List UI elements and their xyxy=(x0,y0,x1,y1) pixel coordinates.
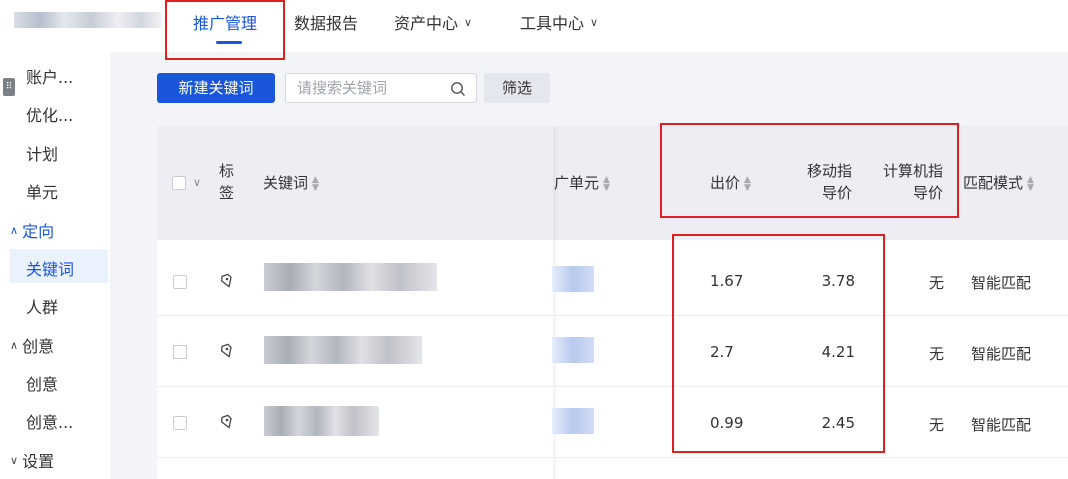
header-match-mode[interactable]: 匹配模式 ▲ ▼ xyxy=(963,172,1034,194)
new-keyword-button[interactable]: 新建关键词 xyxy=(157,73,275,103)
sidebar-item-audience[interactable]: 人群 xyxy=(26,294,58,318)
sort-icon[interactable]: ▲ ▼ xyxy=(312,175,319,192)
keyword-redacted xyxy=(264,406,379,436)
sidebar-item-account[interactable]: 账户... xyxy=(26,64,73,88)
sidebar-group-creative[interactable]: ∧ 创意 xyxy=(10,333,54,357)
active-tab-indicator xyxy=(216,41,242,44)
mobile-guide-price-value: 3.78 xyxy=(821,272,855,290)
search-icon[interactable] xyxy=(450,81,466,97)
header-tag-line1: 标 xyxy=(219,162,235,180)
sidebar-group-settings[interactable]: ∨ 设置 xyxy=(10,448,54,472)
filter-button[interactable]: 筛选 xyxy=(484,73,550,103)
mobile-guide-price-value: 4.21 xyxy=(821,343,855,361)
sidebar-item-optimize[interactable]: 优化... xyxy=(26,102,73,126)
mobile-guide-price-value: 2.45 xyxy=(821,414,855,432)
sidebar-item-creative-more[interactable]: 创意... xyxy=(26,409,73,433)
row-divider xyxy=(157,315,1068,316)
tab-data-report[interactable]: 数据报告 xyxy=(294,10,358,34)
sidebar-group-label: 创意 xyxy=(22,337,55,356)
sort-icon[interactable]: ▲ ▼ xyxy=(744,175,751,192)
bid-value[interactable]: 1.67 xyxy=(710,272,743,290)
chevron-down-icon[interactable]: ∨ xyxy=(193,176,201,189)
sidebar-group-label: 定向 xyxy=(22,222,55,241)
chevron-up-icon: ∧ xyxy=(10,223,19,237)
match-mode-value[interactable]: 智能匹配 xyxy=(971,343,1031,364)
sidebar-item-unit[interactable]: 单元 xyxy=(26,179,58,203)
tab-label: 资产中心 xyxy=(394,14,459,33)
header-tag: 标 签 xyxy=(219,160,234,204)
chevron-down-icon: ∨ xyxy=(10,453,19,467)
bid-value[interactable]: 2.7 xyxy=(710,343,734,361)
tab-label: 推广管理 xyxy=(193,14,258,33)
tab-asset-center[interactable]: 资产中心 ∨ xyxy=(394,10,472,34)
tag-icon[interactable] xyxy=(220,343,234,359)
row-checkbox[interactable] xyxy=(173,345,187,359)
chevron-up-icon: ∧ xyxy=(10,338,19,352)
tag-icon[interactable] xyxy=(220,414,234,430)
header-label: 匹配模式 xyxy=(963,174,1024,192)
sidebar-item-creative[interactable]: 创意 xyxy=(26,371,58,395)
bid-value[interactable]: 0.99 xyxy=(710,414,743,432)
sidebar-scroll-track[interactable] xyxy=(110,52,136,479)
pc-guide-price-value: 无 xyxy=(928,274,944,292)
pc-guide-price-value: 无 xyxy=(928,345,944,363)
header-label: 出价 xyxy=(710,174,741,192)
chevron-down-icon: ∨ xyxy=(590,15,599,29)
row-checkbox[interactable] xyxy=(173,275,187,289)
header-keyword[interactable]: 关键词 ▲ ▼ xyxy=(263,172,319,194)
header-pc-guide-price: 计算机指 导价 xyxy=(866,160,943,204)
unit-redacted xyxy=(552,337,594,363)
header-mobile-line2: 导价 xyxy=(821,184,852,202)
match-mode-value[interactable]: 智能匹配 xyxy=(971,272,1031,293)
sort-icon[interactable]: ▲ ▼ xyxy=(603,175,610,192)
tab-label: 数据报告 xyxy=(294,14,359,33)
header-mobile-guide-price: 移动指 导价 xyxy=(790,160,852,204)
sidebar-collapse-tab[interactable]: ⠿ xyxy=(3,78,15,96)
row-divider xyxy=(157,457,1068,458)
match-mode-value[interactable]: 智能匹配 xyxy=(971,414,1031,435)
sidebar-item-keyword[interactable]: 关键词 xyxy=(26,256,74,280)
sidebar-group-label: 设置 xyxy=(22,452,55,471)
sort-icon[interactable]: ▲ ▼ xyxy=(1027,175,1034,192)
unit-redacted xyxy=(552,408,594,434)
sidebar-item-plan[interactable]: 计划 xyxy=(26,141,58,165)
top-navigation: 推广管理 数据报告 资产中心 ∨ 工具中心 ∨ xyxy=(0,0,1068,48)
header-mobile-line1: 移动指 xyxy=(806,162,852,180)
tab-promotion-management[interactable]: 推广管理 xyxy=(193,10,257,34)
header-label: 关键词 xyxy=(263,174,309,192)
unit-redacted xyxy=(552,266,594,292)
sidebar-group-targeting[interactable]: ∧ 定向 xyxy=(10,218,54,242)
header-unit[interactable]: 广单元 ▲ ▼ xyxy=(554,172,610,194)
search-input[interactable] xyxy=(297,79,447,97)
select-all-checkbox[interactable] xyxy=(172,176,186,190)
tag-icon[interactable] xyxy=(220,273,234,289)
header-tag-line2: 签 xyxy=(219,184,235,202)
keyword-redacted xyxy=(264,263,437,291)
header-bid[interactable]: 出价 ▲ ▼ xyxy=(710,172,751,194)
tab-tool-center[interactable]: 工具中心 ∨ xyxy=(520,10,598,34)
tab-label: 工具中心 xyxy=(520,14,585,33)
search-box xyxy=(285,73,477,103)
row-checkbox[interactable] xyxy=(173,416,187,430)
header-pc-line1: 计算机指 xyxy=(882,162,943,180)
chevron-down-icon: ∨ xyxy=(464,15,473,29)
logo xyxy=(14,12,162,28)
row-divider xyxy=(157,386,1068,387)
pc-guide-price-value: 无 xyxy=(928,416,944,434)
header-pc-line2: 导价 xyxy=(912,184,943,202)
header-label: 广单元 xyxy=(554,174,600,192)
keyword-redacted xyxy=(264,336,422,364)
